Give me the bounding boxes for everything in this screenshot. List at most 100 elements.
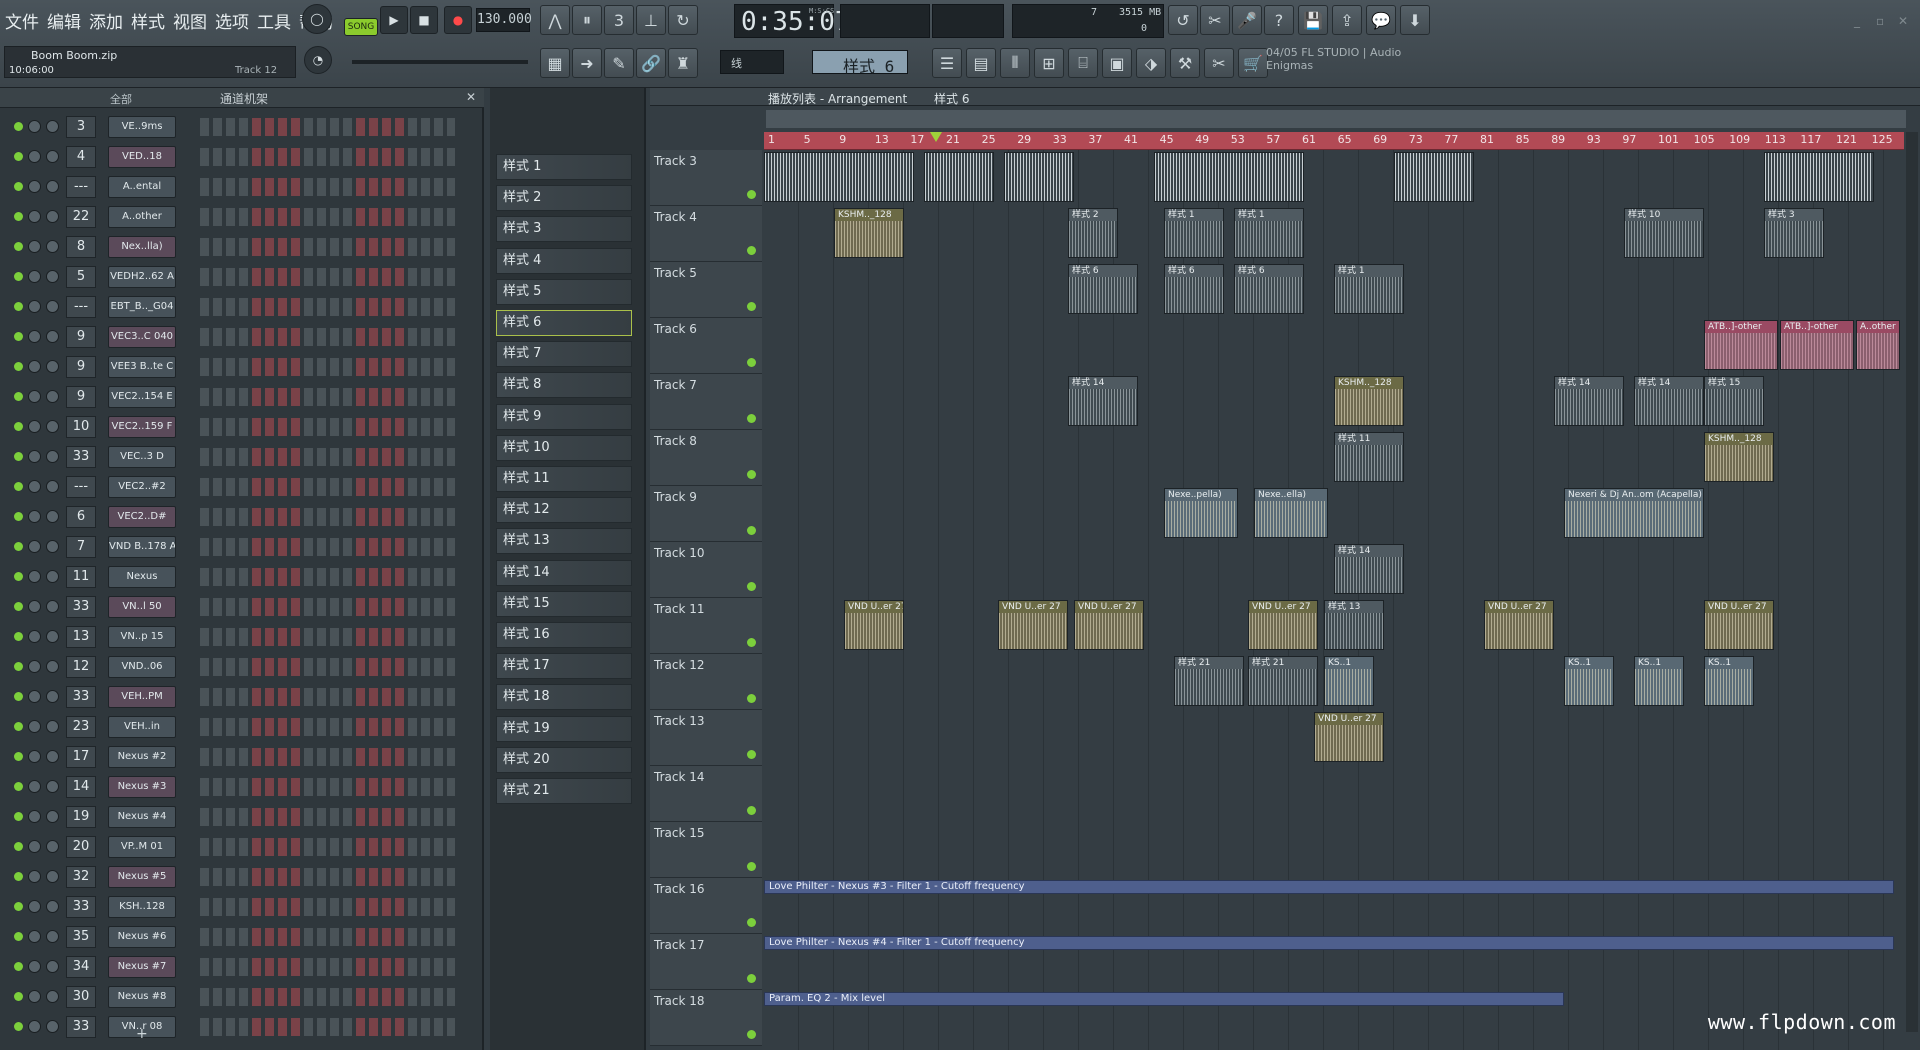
pattern-item[interactable]: 样式 13 [496,528,632,555]
wait-input-icon[interactable]: ⏸ [572,5,602,35]
step-sequencer[interactable] [200,208,455,226]
channel-mute-led[interactable] [14,302,23,311]
track-enable-led[interactable] [747,1030,756,1039]
audio-clip[interactable] [764,152,914,202]
arrangement-clip[interactable]: Nexe..pella) [1164,488,1238,538]
track-header[interactable]: Track 13 [650,710,762,766]
channel-mixer-number[interactable]: 9 [66,326,96,348]
track-enable-led[interactable] [747,582,756,591]
channel-mute-led[interactable] [14,152,23,161]
volume-knob[interactable] [46,630,59,643]
pan-knob[interactable] [28,210,41,223]
channel-name-button[interactable]: VE..9ms [108,116,176,138]
arrangement-clip[interactable]: KSHM.._128 [1334,376,1404,426]
track-enable-led[interactable] [747,470,756,479]
track-header[interactable]: Track 17 [650,934,762,990]
channel-mute-led[interactable] [14,272,23,281]
volume-knob[interactable] [46,840,59,853]
step-sequencer[interactable] [200,478,455,496]
pan-knob[interactable] [28,600,41,613]
channel-mixer-number[interactable]: 12 [66,656,96,678]
arrangement-clip[interactable]: 样式 2 [1068,208,1118,258]
step-sequencer[interactable] [200,388,455,406]
pan-knob[interactable] [28,900,41,913]
menu-view[interactable]: 视图 [172,6,208,34]
channel-mixer-number[interactable]: 7 [66,536,96,558]
channel-name-button[interactable]: Nexus #2 [108,746,176,768]
channel-name-button[interactable]: VEC3..C 040 [108,326,176,348]
channel-mute-led[interactable] [14,392,23,401]
track-enable-led[interactable] [747,862,756,871]
channel-mute-led[interactable] [14,452,23,461]
track-header[interactable]: Track 12 [650,654,762,710]
volume-knob[interactable] [46,270,59,283]
step-edit-icon[interactable]: ⊥ [636,5,666,35]
step-sequencer[interactable] [200,448,455,466]
pan-knob[interactable] [28,120,41,133]
channel-mixer-number[interactable]: 34 [66,956,96,978]
pan-knob[interactable] [28,810,41,823]
project-icon[interactable]: ▣ [1102,48,1132,78]
menu-patterns[interactable]: 样式 [130,6,166,34]
step-sequencer[interactable] [200,178,455,196]
overview-strip[interactable] [766,110,1906,128]
volume-knob[interactable] [46,1020,59,1033]
channel-mute-led[interactable] [14,752,23,761]
channel-mute-led[interactable] [14,332,23,341]
step-sequencer[interactable] [200,988,455,1006]
pan-knob[interactable] [28,960,41,973]
microphone-icon[interactable]: 🎤 [1232,5,1262,35]
snap-selector[interactable]: 线 [720,50,784,74]
pan-knob[interactable] [28,180,41,193]
automation-clip[interactable]: Love Philter - Nexus #3 - Filter 1 - Cut… [764,880,1894,894]
volume-knob[interactable] [46,210,59,223]
automation-clip[interactable]: Love Philter - Nexus #4 - Filter 1 - Cut… [764,936,1894,950]
channel-row[interactable]: 35 Nexus #6 [0,922,480,952]
channel-row[interactable]: 4 VED..18 [0,142,480,172]
plugin-database-icon[interactable]: ⬗ [1136,48,1166,78]
channel-mixer-number[interactable]: --- [66,176,96,198]
track-header[interactable]: Track 10 [650,542,762,598]
step-sequencer[interactable] [200,328,455,346]
pattern-item[interactable]: 样式 10 [496,434,632,461]
channel-row[interactable]: 34 Nexus #7 [0,952,480,982]
channel-mixer-number[interactable]: 33 [66,686,96,708]
track-enable-led[interactable] [747,750,756,759]
arrangement-clip[interactable]: KS..1 [1704,656,1754,706]
volume-knob[interactable] [46,420,59,433]
step-sequencer[interactable] [200,628,455,646]
arrangement-clip[interactable]: ATB..]-other [1780,320,1854,370]
volume-knob[interactable] [46,720,59,733]
channel-mute-led[interactable] [14,362,23,371]
pan-knob[interactable] [28,540,41,553]
channel-name-button[interactable]: VEC2..154 E [108,386,176,408]
master-volume-knob[interactable]: ◯ [302,4,332,34]
help-icon[interactable]: ? [1264,5,1294,35]
channel-mixer-number[interactable]: 6 [66,506,96,528]
channel-row[interactable]: 22 A..other [0,202,480,232]
arrangement-clip[interactable]: Nexe..ella) [1254,488,1328,538]
step-sequencer[interactable] [200,358,455,376]
link-icon[interactable]: 🔗 [636,48,666,78]
minimize-icon[interactable]: _ [1854,14,1860,28]
track-header[interactable]: Track 11 [650,598,762,654]
pattern-item[interactable]: 样式 19 [496,715,632,742]
arrangement-clip[interactable]: KS..1 [1634,656,1684,706]
channel-name-button[interactable]: VP..M 01 [108,836,176,858]
step-sequencer[interactable] [200,868,455,886]
loop-record-icon[interactable]: ↻ [668,5,698,35]
arrangement-clip[interactable]: 样式 1 [1334,264,1404,314]
step-sequencer[interactable] [200,268,455,286]
channel-mute-led[interactable] [14,782,23,791]
step-sequencer[interactable] [200,1018,455,1036]
track-enable-led[interactable] [747,358,756,367]
arrangement-clip[interactable]: KSHM.._128 [834,208,904,258]
channel-name-button[interactable]: VEC2..#2 [108,476,176,498]
pattern-item[interactable]: 样式 7 [496,341,632,368]
channel-mute-led[interactable] [14,872,23,881]
arrangement-clip[interactable]: 样式 14 [1068,376,1138,426]
channel-name-button[interactable]: Nexus #5 [108,866,176,888]
pattern-item[interactable]: 样式 5 [496,278,632,305]
pattern-item[interactable]: 样式 16 [496,622,632,648]
channel-mixer-number[interactable]: 33 [66,596,96,618]
